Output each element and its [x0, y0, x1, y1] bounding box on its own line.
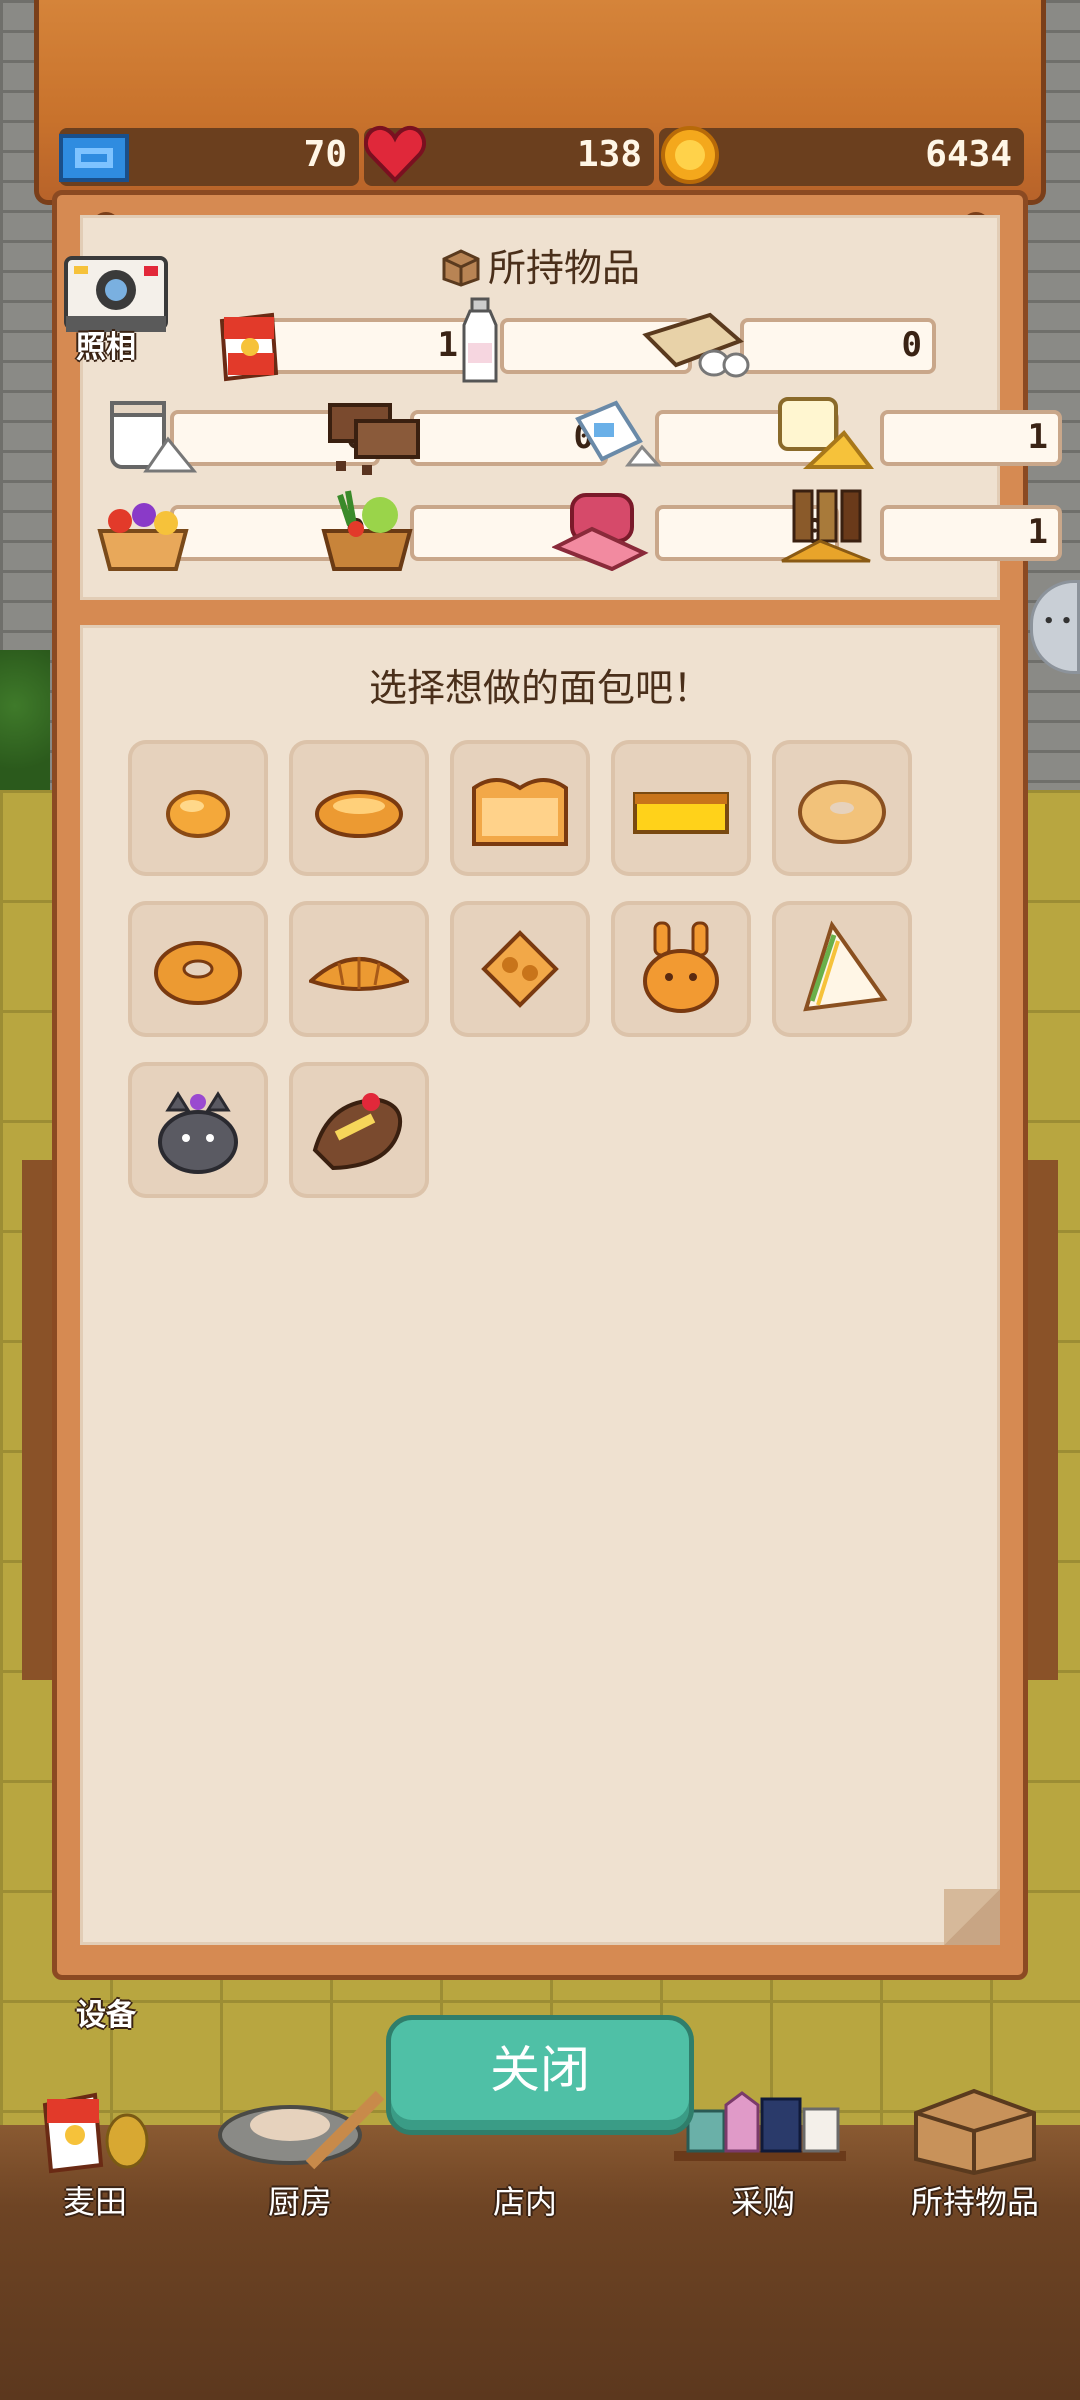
- nav-shopping[interactable]: 采购: [674, 2085, 848, 2221]
- ticket-counter: 70: [59, 128, 359, 186]
- bagel-icon: [798, 780, 886, 844]
- bread-option-bagel[interactable]: [772, 740, 912, 876]
- close-button[interactable]: 关闭: [386, 2015, 694, 2135]
- coin-counter: 6434: [659, 126, 1024, 186]
- nav-label: 所持物品: [910, 2183, 1039, 2221]
- wheat-field-icon: [42, 2092, 149, 2174]
- nav-label: 采购: [730, 2183, 795, 2221]
- inventory-box-icon: [914, 2088, 1036, 2175]
- inventory-count: 1: [437, 325, 458, 365]
- inventory-title-text: 所持物品: [487, 246, 640, 290]
- bread-option-cat[interactable]: [128, 1062, 268, 1198]
- salt-bag-icon: [575, 400, 662, 467]
- flour-bag-icon: [219, 312, 279, 382]
- nav-label: 店内: [492, 2183, 557, 2221]
- inventory-slot-flour[interactable]: 1: [260, 318, 472, 374]
- loaf-bread-icon: [472, 778, 568, 846]
- ticket-count: 70: [303, 134, 347, 175]
- bread-option-small-bun[interactable]: [128, 740, 268, 876]
- coin-count: 6434: [925, 134, 1012, 175]
- bunny-bread-icon: [643, 921, 719, 1013]
- bread-option-loaf[interactable]: [450, 740, 590, 876]
- butter-cheese-icon: [778, 397, 874, 469]
- ham-meat-icon: [552, 493, 649, 571]
- shopping-icon: [674, 2091, 846, 2161]
- inventory-slot-eggs[interactable]: 0: [740, 318, 936, 374]
- bread-option-croissant[interactable]: [289, 901, 429, 1037]
- bread-option-dinner-roll[interactable]: [289, 740, 429, 876]
- equipment-label: 设备: [76, 1998, 136, 2033]
- inventory-panel: 所持物品 1 0 0 0 0 0 1: [80, 215, 1062, 600]
- sugar-jar-icon: [110, 401, 198, 473]
- eggs-icon: [642, 312, 750, 378]
- ticket-icon: [59, 134, 129, 182]
- fruit-basket-icon: [97, 503, 189, 571]
- croissant-icon: [309, 957, 409, 991]
- inventory-title: 所持物品: [80, 237, 1000, 292]
- nav-label: 厨房: [267, 2183, 332, 2221]
- coin-icon: [661, 126, 719, 184]
- bread-option-melon-pan[interactable]: [450, 901, 590, 1037]
- bread-option-chocolate-cornet[interactable]: [289, 1062, 429, 1198]
- inventory-count: 1: [1027, 512, 1048, 552]
- camera-label: 照相: [76, 330, 136, 365]
- paper-curl: [944, 1889, 1000, 1945]
- melon-pan-icon: [481, 930, 559, 1008]
- inventory-count: 1: [1027, 417, 1048, 457]
- donut-icon: [154, 941, 242, 1005]
- milk-bottle-icon: [462, 297, 498, 383]
- small-bun-icon: [166, 790, 230, 838]
- heart-counter: 138: [364, 125, 654, 186]
- bread-option-castella[interactable]: [611, 740, 751, 876]
- box-icon: [442, 249, 480, 287]
- bread-option-donut[interactable]: [128, 901, 268, 1037]
- dinner-roll-icon: [315, 790, 403, 838]
- sandwich-icon: [803, 920, 888, 1012]
- nav-wheat-field[interactable]: 麦田: [10, 2085, 180, 2221]
- inventory-slot-spices[interactable]: 1: [880, 505, 1062, 561]
- chocolate-cornet-icon: [312, 1093, 402, 1171]
- bread-option-sandwich[interactable]: [772, 901, 912, 1037]
- inventory-slot-butter[interactable]: 1: [880, 410, 1062, 466]
- bread-section-title: 选择想做的面包吧！: [368, 666, 711, 710]
- heart-icon: [364, 125, 426, 183]
- tree-decoration: [0, 650, 50, 790]
- inventory-count: 0: [901, 325, 922, 365]
- nav-kitchen[interactable]: 厨房: [215, 2085, 385, 2221]
- nav-inventory[interactable]: 所持物品: [890, 2085, 1060, 2221]
- kitchen-icon: [218, 2090, 385, 2170]
- hud-board: 70 138 6434: [34, 0, 1046, 205]
- vegetable-basket-icon: [321, 490, 413, 571]
- heart-count: 138: [576, 134, 642, 175]
- spices-icon: [781, 489, 871, 563]
- nav-label: 麦田: [62, 2183, 127, 2221]
- cat-bread-icon: [158, 1091, 238, 1174]
- bread-option-bunny[interactable]: [611, 901, 751, 1037]
- castella-icon: [633, 792, 729, 834]
- chocolate-icon: [328, 403, 420, 475]
